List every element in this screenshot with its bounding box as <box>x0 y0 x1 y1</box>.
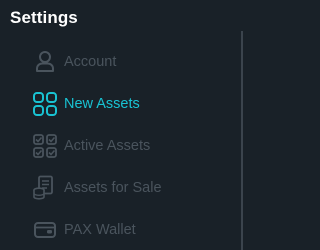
wallet-icon <box>32 217 58 243</box>
page-title: Settings <box>10 8 78 27</box>
vertical-divider <box>241 31 243 250</box>
menu-item-label: Assets for Sale <box>64 180 162 196</box>
menu-item-label: Account <box>64 54 117 70</box>
menu-item-new-assets[interactable]: New Assets <box>0 84 230 124</box>
menu-item-label: New Assets <box>64 96 140 112</box>
menu-item-active-assets[interactable]: Active Assets <box>0 126 230 166</box>
grid-icon <box>32 91 58 117</box>
menu-item-assets-for-sale[interactable]: Assets for Sale <box>0 168 230 208</box>
user-icon <box>32 49 58 75</box>
menu-item-pax-wallet[interactable]: PAX Wallet <box>0 210 230 250</box>
menu-item-label: PAX Wallet <box>64 222 136 238</box>
menu-item-label: Active Assets <box>64 138 151 154</box>
checklist-grid-icon <box>32 133 58 159</box>
document-coins-icon <box>32 175 58 201</box>
menu-item-account[interactable]: Account <box>0 42 230 82</box>
settings-panel: Settings Account New Assets Active Asset… <box>0 0 256 250</box>
